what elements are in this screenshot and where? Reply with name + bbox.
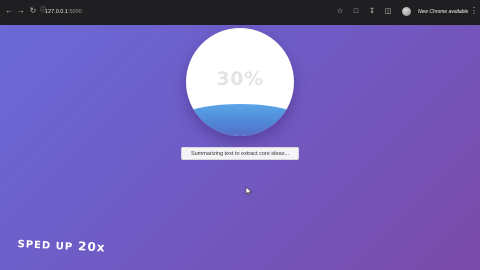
- avatar[interactable]: [402, 7, 411, 16]
- speed-text: SPED UP: [17, 238, 74, 253]
- url-host: 127.0.0.1: [45, 9, 68, 15]
- mouse-cursor-icon: [245, 186, 253, 196]
- status-message: Summarizing text to extract core ideas..…: [181, 147, 299, 160]
- speed-multiplier: 20x: [77, 239, 106, 255]
- reload-icon[interactable]: ↻: [28, 6, 38, 16]
- forward-arrow-icon[interactable]: →: [16, 6, 26, 16]
- url-port: :5000: [67, 9, 82, 15]
- side-panel-icon[interactable]: ◫: [383, 6, 393, 16]
- browser-toolbar: ← → ↻ ⓘ 127.0.0.1:5000 ☆ □ ↧ ◫ New Chrom…: [0, 0, 480, 25]
- download-icon[interactable]: ↧: [367, 6, 377, 16]
- star-icon[interactable]: ☆: [335, 6, 345, 16]
- menu-dots-icon[interactable]: ⋮: [470, 6, 478, 16]
- back-arrow-icon[interactable]: ←: [4, 6, 14, 16]
- puzzle-icon[interactable]: □: [351, 6, 361, 16]
- address-bar[interactable]: 127.0.0.1:5000: [45, 7, 82, 17]
- progress-percent-label: 30%: [216, 68, 264, 90]
- progress-fill: [186, 103, 294, 136]
- progress-circle: 30%: [186, 28, 294, 136]
- update-available-button[interactable]: New Chrome available: [418, 7, 468, 17]
- speed-overlay: SPED UP 20x: [17, 236, 106, 255]
